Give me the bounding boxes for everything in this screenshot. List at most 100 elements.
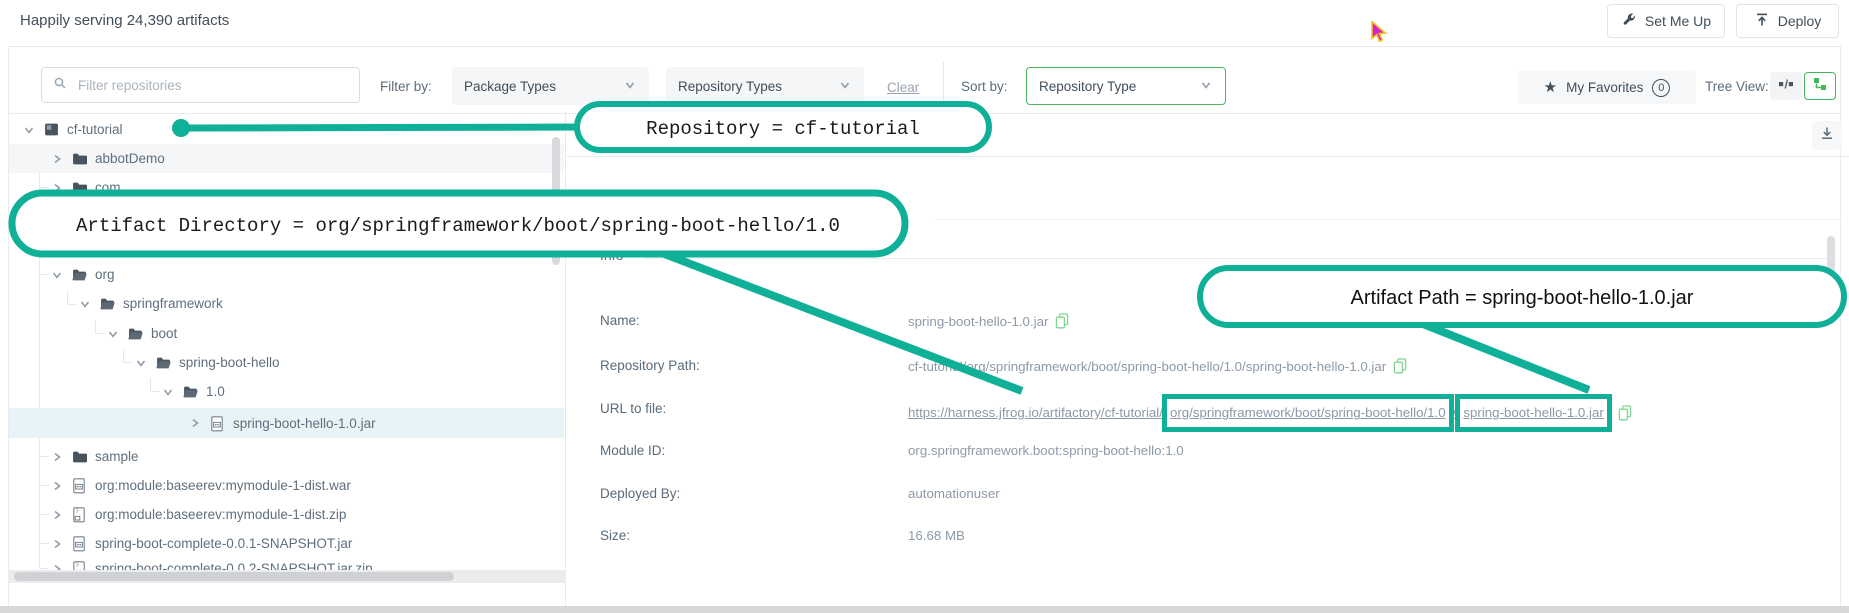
- info-vertical-scrollbar[interactable]: [1827, 236, 1835, 324]
- chevron-right-icon[interactable]: [50, 537, 64, 551]
- url-to-file-label: URL to file:: [600, 401, 666, 416]
- name-value-group: spring-boot-hello-1.0.jar: [908, 313, 1069, 329]
- chevron-right-icon[interactable]: [188, 416, 202, 430]
- folder-open-icon: [72, 267, 87, 282]
- copy-icon[interactable]: [1055, 313, 1069, 329]
- flat-view-toggle-button[interactable]: [1770, 72, 1802, 100]
- repository-path-value-group: cf-tutorial/org/springframework/boot/spr…: [908, 358, 1407, 374]
- folder-icon: [72, 449, 87, 464]
- set-me-up-label: Set Me Up: [1645, 13, 1711, 29]
- copy-icon[interactable]: [1393, 358, 1407, 374]
- repository-types-dropdown[interactable]: Repository Types: [666, 67, 864, 105]
- folder-open-icon: [128, 326, 143, 341]
- download-button[interactable]: [1812, 121, 1842, 150]
- chevron-down-icon[interactable]: [134, 356, 148, 370]
- tree-horizontal-scrollbar-thumb[interactable]: [14, 572, 454, 581]
- sort-by-value: Repository Type: [1039, 79, 1136, 94]
- tree-item-label: org: [95, 267, 115, 282]
- tree-row-sample[interactable]: sample: [9, 442, 564, 471]
- chevron-down-icon: [623, 78, 637, 95]
- tree-item-label: sample: [95, 449, 139, 464]
- chevron-down-icon: [1199, 78, 1213, 95]
- tree-row-mymodule-zip[interactable]: org:module:baseerev:mymodule-1-dist.zip: [9, 500, 564, 529]
- repository-path-label: Repository Path:: [600, 358, 700, 373]
- info-toolbar-divider: [566, 156, 1849, 157]
- size-field-row: Size: 16.68 MB: [600, 528, 630, 546]
- chevron-down-icon[interactable]: [78, 297, 92, 311]
- tree-panel-divider: [565, 112, 566, 613]
- tree-row-1-0[interactable]: 1.0: [9, 377, 564, 406]
- tree-row-com[interactable]: com: [9, 173, 564, 202]
- name-label: Name:: [600, 313, 640, 328]
- tree-item-label: cf-tutorial: [67, 122, 123, 137]
- flat-view-icon: [1778, 77, 1794, 96]
- my-favorites-button[interactable]: ★ My Favorites 0: [1518, 71, 1696, 104]
- folder-open-icon: [156, 355, 171, 370]
- tree-row-spring-boot-hello-jar[interactable]: spring-boot-hello-1.0.jar: [9, 408, 564, 438]
- name-field-row: Name: spring-boot-hello-1.0.jar: [600, 313, 640, 331]
- repository-path-value: cf-tutorial/org/springframework/boot/spr…: [908, 359, 1386, 374]
- chevron-right-icon[interactable]: [50, 181, 64, 195]
- tree-item-label: org:module:baseerev:mymodule-1-dist.zip: [95, 507, 346, 522]
- tree-item-label: spring-boot-complete-0.0.1-SNAPSHOT.jar: [95, 536, 352, 551]
- tree-row-boot[interactable]: boot: [9, 319, 564, 348]
- tree-view-toggle-button[interactable]: [1804, 72, 1836, 100]
- tree-view-label: Tree View:: [1705, 79, 1769, 94]
- url-artifact-directory-segment: org/springframework/boot/spring-boot-hel…: [1162, 394, 1454, 432]
- filterbar-divider: [9, 113, 1840, 114]
- my-favorites-label: My Favorites: [1566, 80, 1643, 95]
- chevron-down-icon[interactable]: [161, 385, 175, 399]
- tree-row-abbotdemo[interactable]: abbotDemo: [9, 144, 564, 173]
- set-me-up-button[interactable]: Set Me Up: [1607, 4, 1725, 38]
- jar-file-icon: [72, 536, 87, 551]
- deployed-by-value: automationuser: [908, 486, 1000, 501]
- package-types-dropdown[interactable]: Package Types: [452, 67, 649, 105]
- favorites-count-badge: 0: [1652, 79, 1670, 97]
- upload-icon: [1754, 12, 1770, 31]
- info-section-rule: [645, 258, 1835, 259]
- tree-item-label: boot: [151, 326, 177, 341]
- tree-view-icon: [1812, 76, 1828, 97]
- tree-item-label: com: [95, 180, 121, 195]
- url-value-group: https://harness.jfrog.io/artifactory/cf-…: [908, 401, 1632, 425]
- tree-row-cf-tutorial[interactable]: cf-tutorial: [9, 115, 564, 144]
- url-prefix: https://harness.jfrog.io/artifactory/cf-…: [908, 405, 1163, 420]
- star-icon: ★: [1544, 80, 1557, 95]
- tree-item-label: spring-boot-hello-1.0.jar: [233, 416, 376, 431]
- chevron-down-icon[interactable]: [22, 123, 36, 137]
- tree-item-label: 1.0: [206, 384, 225, 399]
- size-value: 16.68 MB: [908, 528, 965, 543]
- search-input[interactable]: [76, 77, 330, 94]
- deploy-button[interactable]: Deploy: [1736, 4, 1839, 38]
- filter-repositories-search[interactable]: [41, 67, 360, 103]
- module-id-value: org.springframework.boot:spring-boot-hel…: [908, 443, 1184, 458]
- serving-artifacts-status: Happily serving 24,390 artifacts: [20, 12, 229, 29]
- wrench-icon: [1621, 12, 1637, 31]
- chevron-down-icon[interactable]: [50, 268, 64, 282]
- chevron-right-icon[interactable]: [50, 479, 64, 493]
- package-types-value: Package Types: [464, 79, 556, 94]
- copy-icon[interactable]: [1618, 405, 1632, 421]
- chevron-down-icon[interactable]: [106, 327, 120, 341]
- url-link[interactable]: https://harness.jfrog.io/artifactory/cf-…: [908, 401, 1611, 425]
- tree-row-org[interactable]: org: [9, 260, 564, 289]
- module-id-field-row: Module ID: org.springframework.boot:spri…: [600, 443, 665, 461]
- clear-filters-link[interactable]: Clear: [887, 80, 919, 95]
- bottom-scrollbar[interactable]: [0, 606, 1849, 613]
- chevron-right-icon[interactable]: [50, 152, 64, 166]
- chevron-right-icon[interactable]: [50, 508, 64, 522]
- name-value: spring-boot-hello-1.0.jar: [908, 314, 1048, 329]
- search-icon: [53, 76, 67, 95]
- tree-vertical-scrollbar[interactable]: [552, 137, 560, 265]
- tree-item-label: org:module:baseerev:mymodule-1-dist.war: [95, 478, 351, 493]
- module-id-label: Module ID:: [600, 443, 665, 458]
- repository-icon: [44, 122, 59, 137]
- tree-row-spring-boot-hello[interactable]: spring-boot-hello: [9, 348, 564, 377]
- zip-file-icon: [72, 507, 87, 522]
- repository-types-value: Repository Types: [678, 79, 782, 94]
- tree-row-mymodule-war[interactable]: org:module:baseerev:mymodule-1-dist.war: [9, 471, 564, 500]
- sort-by-dropdown[interactable]: Repository Type: [1026, 67, 1226, 105]
- chevron-right-icon[interactable]: [50, 450, 64, 464]
- tree-row-springframework[interactable]: springframework: [9, 289, 564, 318]
- artifactory-repository-browser: Happily serving 24,390 artifacts Set Me …: [0, 0, 1849, 613]
